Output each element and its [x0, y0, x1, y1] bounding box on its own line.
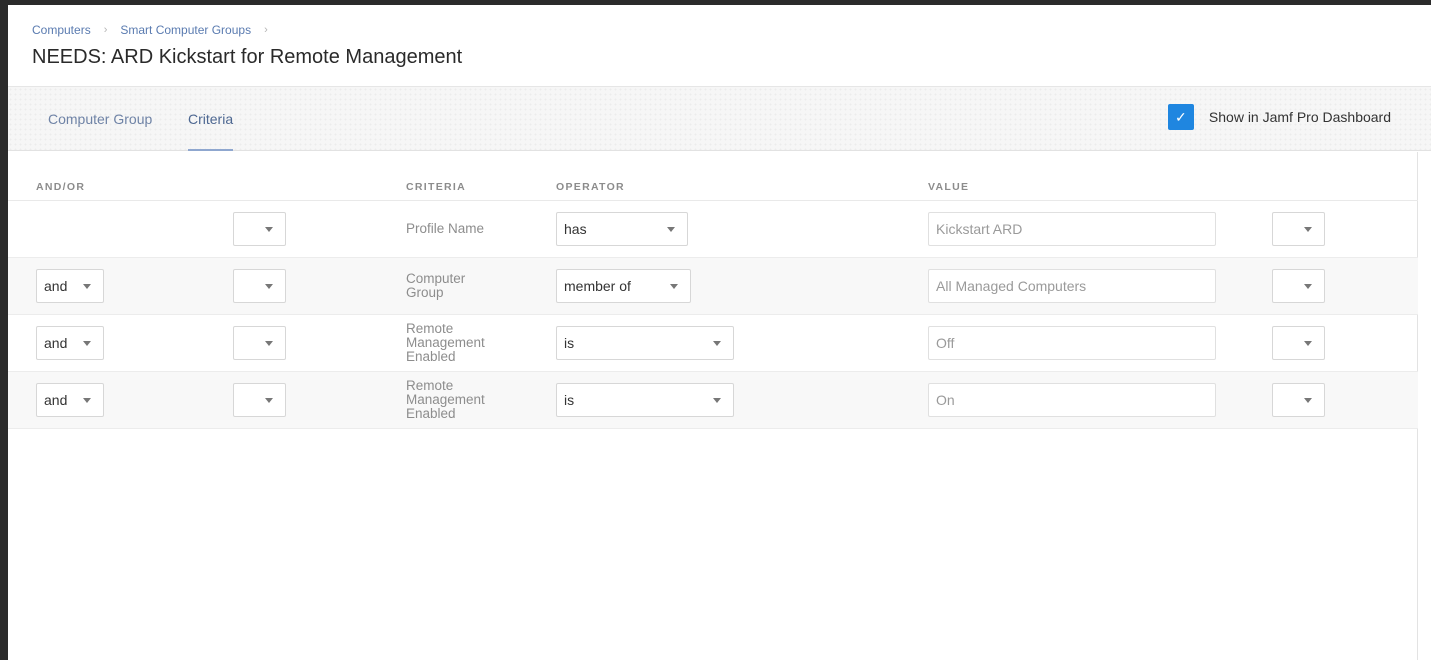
chevron-right-icon: › [264, 24, 268, 36]
caret-down-icon [667, 227, 675, 232]
open-paren-select[interactable] [233, 326, 286, 360]
close-paren-select[interactable] [1272, 212, 1325, 246]
caret-down-icon [83, 341, 91, 346]
close-paren-select[interactable] [1272, 326, 1325, 360]
close-paren-select[interactable] [1272, 269, 1325, 303]
and-or-select[interactable]: and [36, 383, 104, 417]
checkmark-icon: ✓ [1175, 108, 1187, 125]
caret-down-icon [1304, 227, 1312, 232]
caret-down-icon [265, 341, 273, 346]
and-or-value: and [44, 335, 68, 351]
dashboard-checkbox[interactable]: ✓ [1167, 104, 1194, 130]
value-input[interactable]: Off [928, 326, 1216, 360]
criteria-row: Profile Name has Kickstart ARD [8, 201, 1418, 258]
caret-down-icon [83, 284, 91, 289]
and-or-value: and [44, 278, 68, 294]
column-header-operator: OPERATOR [556, 181, 625, 193]
show-in-dashboard-toggle[interactable]: ✓ Show in Jamf Pro Dashboard [1167, 104, 1391, 130]
breadcrumb-computers[interactable]: Computers [32, 23, 91, 37]
operator-select[interactable]: has [556, 212, 688, 246]
page-header: Computers › Smart Computer Groups › NEED… [8, 5, 1431, 87]
value-input[interactable]: On [928, 383, 1216, 417]
operator-select[interactable]: member of [556, 269, 691, 303]
app-window: Computers › Smart Computer Groups › NEED… [8, 5, 1431, 660]
caret-down-icon [1304, 398, 1312, 403]
caret-down-icon [83, 398, 91, 403]
operator-value: has [564, 221, 587, 237]
dashboard-label: Show in Jamf Pro Dashboard [1208, 109, 1391, 125]
operator-value: member of [564, 278, 631, 294]
open-paren-select[interactable] [233, 269, 286, 303]
operator-value: is [564, 335, 575, 351]
breadcrumb: Computers › Smart Computer Groups › [32, 23, 281, 37]
open-paren-select[interactable] [233, 212, 286, 246]
chevron-right-icon: › [103, 24, 108, 36]
criteria-table: Profile Name has Kickstart ARD and Compu… [8, 200, 1418, 429]
value-input[interactable]: Kickstart ARD [928, 212, 1216, 246]
caret-down-icon [713, 398, 721, 403]
criteria-name: Profile Name [406, 221, 485, 236]
criteria-row: and Remote Management Enabled is On [8, 372, 1418, 429]
caret-down-icon [265, 284, 273, 289]
caret-down-icon [265, 398, 273, 403]
caret-down-icon [265, 227, 273, 232]
column-header-andor: AND/OR [36, 181, 86, 193]
operator-value: is [564, 392, 575, 408]
and-or-select[interactable]: and [36, 269, 104, 303]
criteria-panel: AND/OR CRITERIA OPERATOR VALUE Profile N… [8, 152, 1418, 660]
operator-select[interactable]: is [556, 383, 734, 417]
caret-down-icon [1304, 341, 1312, 346]
tab-bar: Computer Group Criteria ✓ Show in Jamf P… [8, 87, 1431, 151]
criteria-row: and Computer Group member of All Managed… [8, 258, 1418, 315]
caret-down-icon [713, 341, 721, 346]
operator-select[interactable]: is [556, 326, 734, 360]
column-header-criteria: CRITERIA [406, 181, 466, 193]
tab-criteria[interactable]: Criteria [188, 111, 234, 151]
and-or-value: and [44, 392, 68, 408]
criteria-name: Computer Group [406, 271, 466, 300]
caret-down-icon [670, 284, 678, 289]
criteria-row: and Remote Management Enabled is Off [8, 315, 1418, 372]
value-input[interactable]: All Managed Computers [928, 269, 1216, 303]
criteria-name: Remote Management Enabled [406, 321, 485, 364]
tab-computer-group[interactable]: Computer Group [48, 111, 152, 151]
breadcrumb-smart-computer-groups[interactable]: Smart Computer Groups [120, 23, 251, 37]
page-title: NEEDS: ARD Kickstart for Remote Manageme… [32, 46, 463, 68]
close-paren-select[interactable] [1272, 383, 1325, 417]
and-or-select[interactable]: and [36, 326, 104, 360]
column-header-value: VALUE [928, 181, 970, 193]
open-paren-select[interactable] [233, 383, 286, 417]
criteria-name: Remote Management Enabled [406, 378, 485, 421]
caret-down-icon [1304, 284, 1312, 289]
